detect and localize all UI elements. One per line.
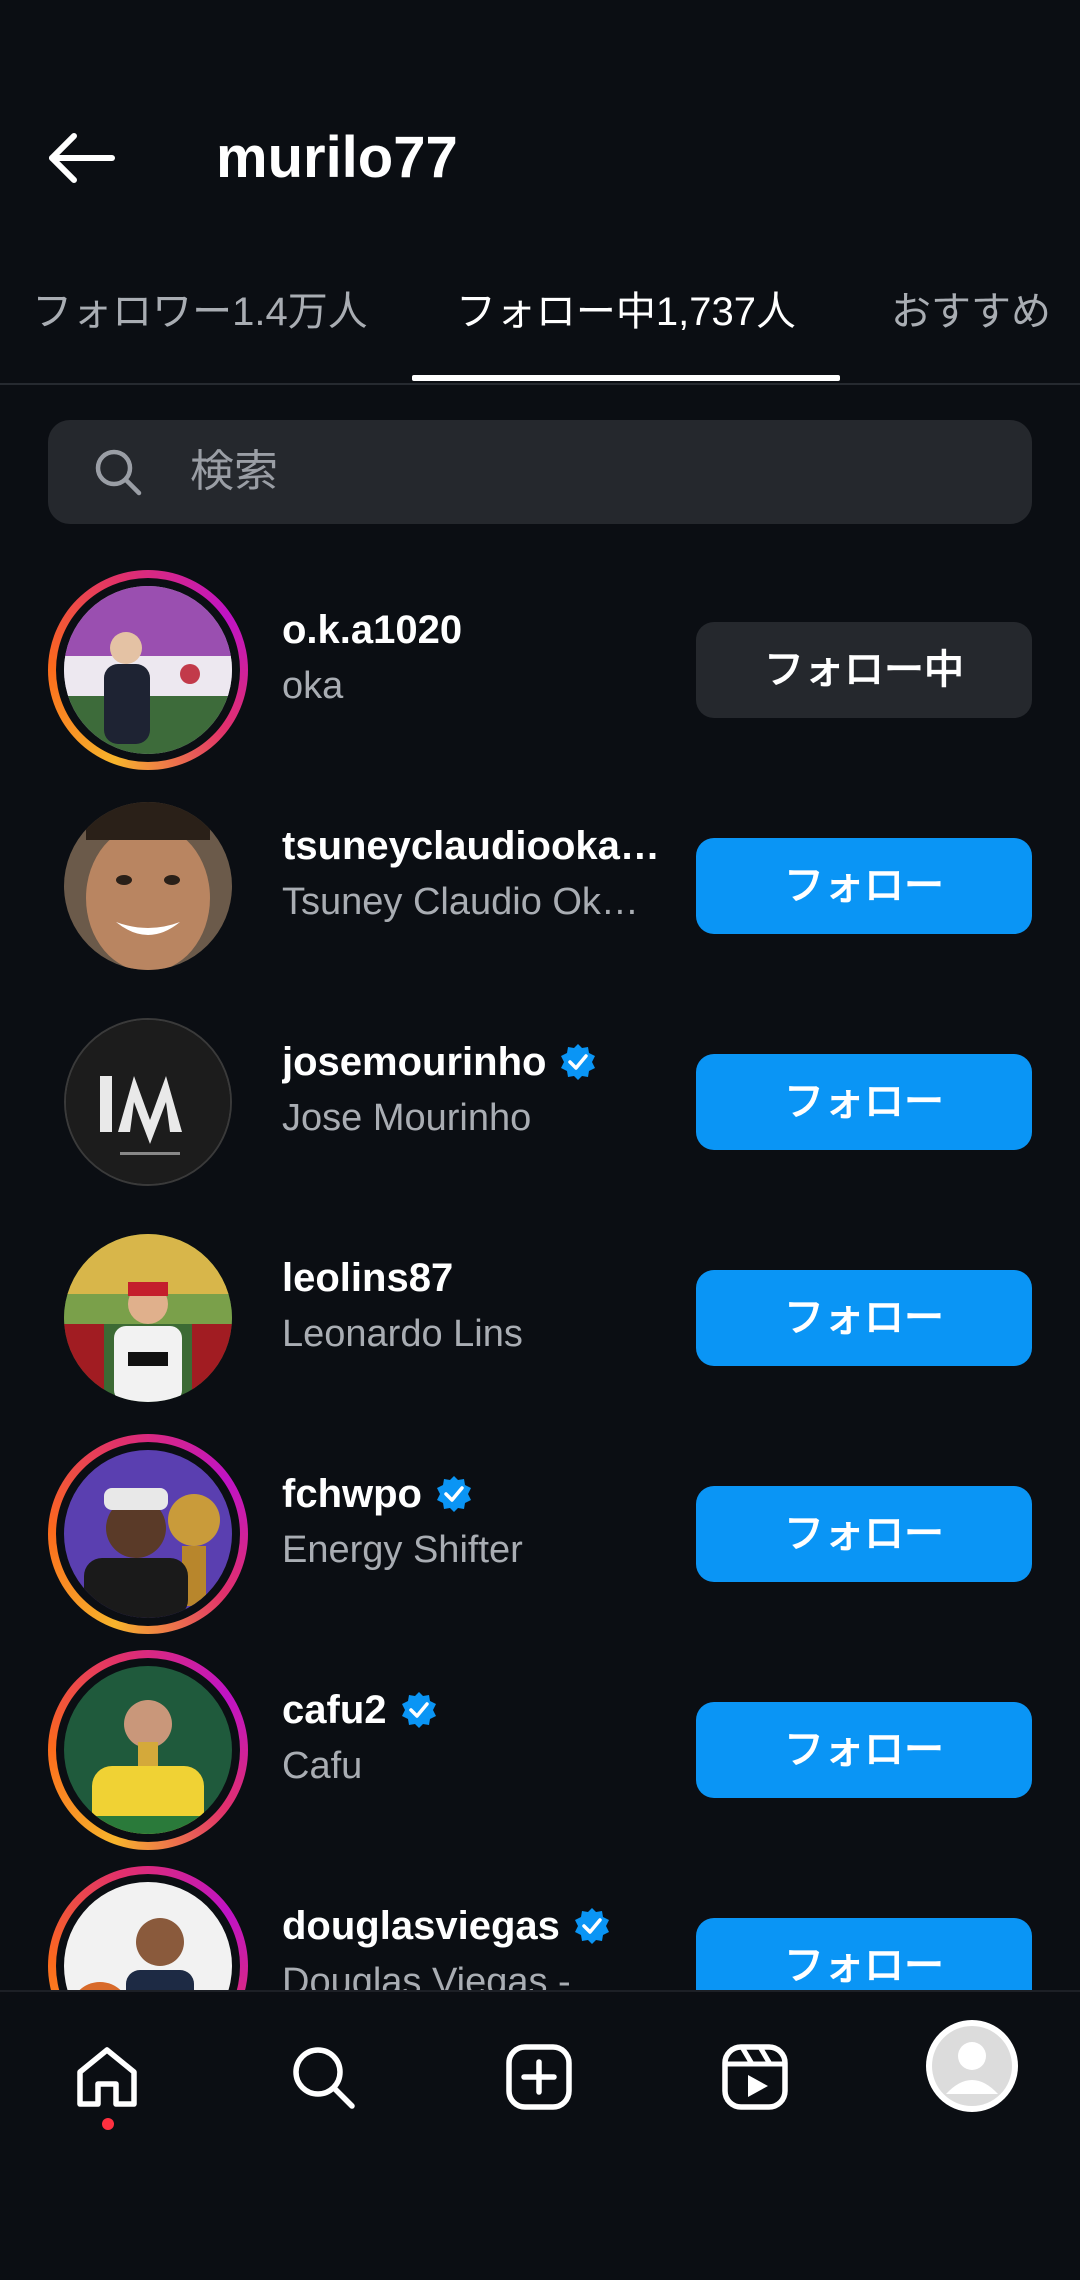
full-name: Cafu — [282, 1745, 363, 1787]
create-icon — [506, 2044, 572, 2110]
full-name: Leonardo Lins — [282, 1313, 523, 1355]
verified-badge-icon — [401, 1692, 436, 1728]
avatar — [64, 1450, 232, 1618]
list-item[interactable]: josemourinho Jose Mourinho フォロー — [0, 992, 1080, 1208]
follow-button[interactable]: フォロー — [696, 838, 1032, 934]
active-tab-indicator — [412, 375, 840, 381]
tab-followers[interactable]: フォロワー1.4万人 — [20, 270, 380, 383]
avatar — [64, 1666, 232, 1834]
list-item[interactable]: cafu2 Cafu フォロー — [0, 1640, 1080, 1856]
username[interactable]: fchwpo — [282, 1468, 682, 1520]
username[interactable]: tsuneyclaudiookas… — [282, 820, 682, 872]
follow-button[interactable]: フォロー — [696, 1702, 1032, 1798]
tab-following[interactable]: フォロー中1,737人 — [412, 270, 840, 383]
avatar-container[interactable] — [48, 1002, 248, 1202]
tab-suggested[interactable]: おすすめ — [866, 270, 1076, 383]
follow-button[interactable]: フォロー — [696, 1054, 1032, 1150]
search-bar[interactable] — [48, 420, 1032, 524]
avatar — [64, 1018, 232, 1186]
search-icon — [293, 2047, 355, 2109]
verified-badge-icon — [436, 1476, 471, 1512]
nav-create[interactable] — [484, 2022, 594, 2132]
username[interactable]: cafu2 — [282, 1684, 682, 1736]
nav-search[interactable] — [268, 2022, 378, 2132]
follow-button[interactable]: フォロー — [696, 1918, 1032, 1990]
nav-home[interactable] — [52, 2022, 162, 2132]
list-item[interactable]: o.k.a1020 oka フォロー中 — [0, 560, 1080, 776]
username[interactable]: o.k.a1020 — [282, 604, 682, 656]
verified-badge-icon — [574, 1908, 609, 1944]
avatar — [64, 1234, 232, 1402]
list-item[interactable]: fchwpo Energy Shifter フォロー — [0, 1424, 1080, 1640]
header: murilo77 — [0, 0, 1080, 240]
tab-bar: フォロワー1.4万人 フォロー中1,737人 おすすめ — [0, 270, 1080, 385]
follow-button[interactable]: フォロー — [696, 1270, 1032, 1366]
home-icon — [77, 2047, 137, 2107]
search-icon — [95, 449, 142, 496]
user-text: leolins87 Leonardo Lins — [282, 1252, 682, 1364]
list-item[interactable]: douglasviegas Douglas Viegas - フォロー — [0, 1856, 1080, 1990]
reels-icon — [722, 2044, 788, 2110]
avatar-container[interactable] — [48, 786, 248, 986]
nav-reels[interactable] — [700, 2022, 810, 2132]
full-name: Energy Shifter — [282, 1529, 523, 1571]
full-name: Douglas Viegas - — [282, 1961, 571, 1990]
page-title: murilo77 — [216, 125, 458, 190]
app: murilo77 フォロワー1.4万人 フォロー中1,737人 おすすめ 検索 … — [0, 0, 1080, 2280]
notification-dot — [102, 2118, 114, 2130]
search-input[interactable] — [190, 420, 990, 524]
avatar-story-ring[interactable] — [48, 570, 248, 770]
username[interactable]: josemourinho — [282, 1036, 682, 1088]
back-button[interactable] — [42, 118, 122, 198]
user-text: josemourinho Jose Mourinho — [282, 1036, 682, 1148]
avatar — [64, 586, 232, 754]
avatar-story-ring[interactable] — [48, 1650, 248, 1850]
bottom-nav — [0, 1990, 1080, 2280]
username[interactable]: leolins87 — [282, 1252, 682, 1304]
user-text: douglasviegas Douglas Viegas - — [282, 1900, 682, 1990]
avatar-story-ring[interactable] — [48, 1434, 248, 1634]
username[interactable]: douglasviegas — [282, 1900, 682, 1952]
full-name: Tsuney Claudio Ok… — [282, 881, 639, 923]
following-button[interactable]: フォロー中 — [696, 622, 1032, 718]
profile-avatar-icon — [932, 2026, 1012, 2106]
following-list: o.k.a1020 oka フォロー中 tsuneyclaudiookas… T… — [0, 560, 1080, 1990]
user-text: tsuneyclaudiookas… Tsuney Claudio Ok… — [282, 820, 682, 932]
user-text: o.k.a1020 oka — [282, 604, 682, 716]
avatar — [64, 802, 232, 970]
full-name: oka — [282, 665, 344, 707]
verified-badge-icon — [561, 1044, 596, 1080]
full-name: Jose Mourinho — [282, 1097, 532, 1139]
avatar-story-ring[interactable] — [48, 1866, 248, 1990]
user-text: fchwpo Energy Shifter — [282, 1468, 682, 1580]
follow-button[interactable]: フォロー — [696, 1486, 1032, 1582]
avatar-container[interactable] — [48, 1218, 248, 1418]
list-item[interactable]: leolins87 Leonardo Lins フォロー — [0, 1208, 1080, 1424]
list-item[interactable]: tsuneyclaudiookas… Tsuney Claudio Ok… フォ… — [0, 776, 1080, 992]
user-text: cafu2 Cafu — [282, 1684, 682, 1796]
back-arrow-icon — [49, 133, 115, 183]
nav-profile-avatar[interactable] — [926, 2020, 1018, 2112]
